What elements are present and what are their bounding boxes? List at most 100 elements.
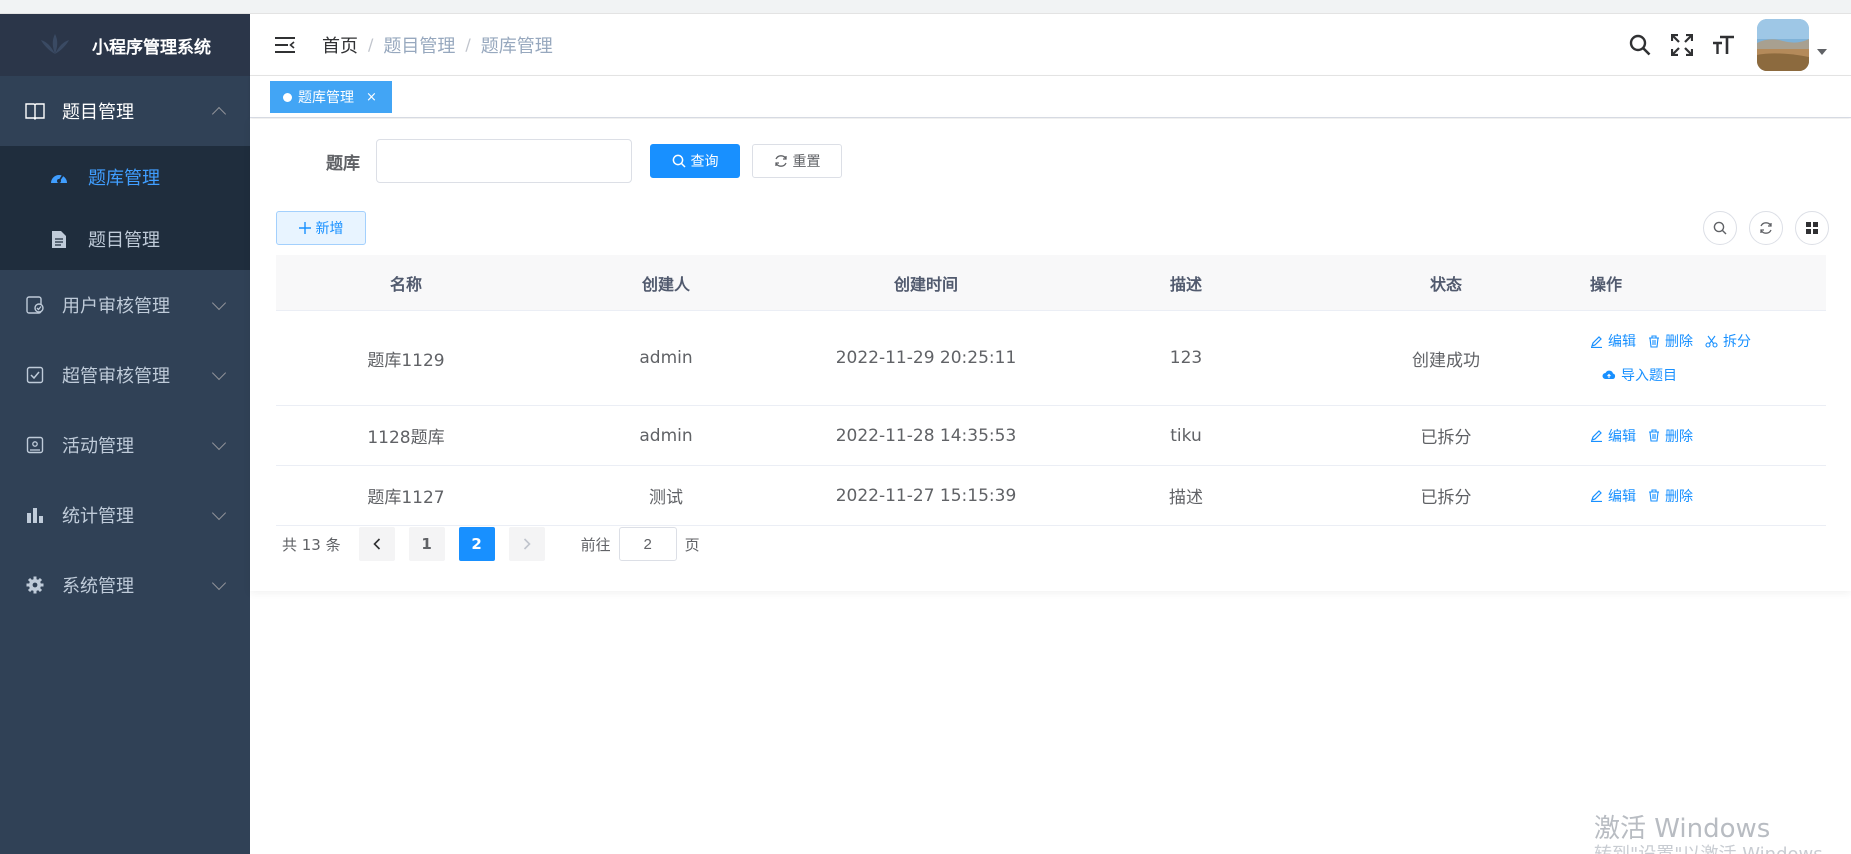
- sidebar-item-label: 用户审核管理: [62, 296, 170, 317]
- column-header: 名称: [389, 274, 422, 294]
- query-button[interactable]: 查询: [650, 144, 740, 178]
- columns-button[interactable]: [1795, 211, 1829, 245]
- edit-icon: [1591, 335, 1602, 348]
- delete-button[interactable]: 删除: [1648, 426, 1693, 446]
- sidebar-item-label: 超管审核管理: [62, 366, 170, 387]
- sidebar-item-label: 题库管理: [88, 168, 160, 189]
- close-icon[interactable]: ×: [366, 90, 377, 105]
- search-icon: [672, 154, 686, 168]
- chevron-up-icon: [211, 106, 227, 122]
- sidebar-item-admin-audit[interactable]: 超管审核管理: [0, 340, 250, 410]
- caret-down-icon[interactable]: [1817, 49, 1827, 55]
- tag-label: 题库管理: [298, 90, 354, 106]
- edit-icon: [1591, 430, 1602, 442]
- column-header: 状态: [1429, 274, 1462, 294]
- chevron-down-icon: [211, 365, 227, 381]
- edit-label: 编辑: [1608, 428, 1636, 445]
- delete-button[interactable]: 删除: [1648, 486, 1693, 506]
- prev-page-button[interactable]: [358, 527, 395, 561]
- fullscreen-icon[interactable]: [1667, 30, 1697, 60]
- search-label: 题库: [326, 153, 360, 174]
- search-icon: [1713, 221, 1727, 235]
- edit-label: 编辑: [1608, 334, 1636, 350]
- sidebar-item-statistics[interactable]: 统计管理: [0, 480, 250, 550]
- cell-name: 题库1129: [367, 350, 445, 371]
- edit-icon: [1591, 490, 1602, 502]
- top-navbar: 首页 / 题目管理 / 题库管理: [250, 14, 1851, 76]
- dot-icon: [283, 92, 292, 102]
- cell-creator: admin: [639, 425, 693, 446]
- add-button[interactable]: 新增: [276, 211, 366, 245]
- cell-actions: 编辑 删除: [1576, 486, 1826, 506]
- dashboard-icon: [48, 166, 70, 188]
- cloud-upload-icon: [1602, 370, 1616, 379]
- document-icon: [48, 228, 70, 250]
- import-questions-button[interactable]: 导入题目: [1602, 365, 1677, 385]
- question-bank-input[interactable]: [376, 139, 632, 183]
- cell-created: 2022-11-29 20:25:11: [835, 348, 1017, 368]
- edit-button[interactable]: 编辑: [1590, 426, 1636, 446]
- table-row: 1128题库 admin 2022-11-28 14:35:53 tiku 已拆…: [276, 406, 1826, 466]
- total-count: 共 13 条: [282, 535, 341, 554]
- edit-button[interactable]: 编辑: [1590, 486, 1636, 506]
- cell-created: 2022-11-27 15:15:39: [835, 485, 1017, 506]
- sidebar-item-question-bank[interactable]: 题库管理: [0, 146, 250, 208]
- trash-icon: [1649, 429, 1659, 442]
- delete-label: 删除: [1665, 488, 1693, 505]
- next-page-button[interactable]: [508, 527, 545, 561]
- bar-chart-icon: [24, 504, 46, 526]
- cell-creator: 测试: [649, 488, 683, 508]
- goto-label: 前往: [580, 535, 611, 554]
- add-button-label: 新增: [315, 221, 344, 237]
- sidebar-item-activity[interactable]: 活动管理: [0, 410, 250, 480]
- breadcrumb-level2: 题库管理: [480, 35, 553, 57]
- cell-name: 题库1127: [367, 488, 445, 508]
- delete-label: 删除: [1665, 334, 1693, 350]
- sidebar-item-label: 系统管理: [62, 576, 134, 597]
- tag-question-bank[interactable]: 题库管理 ×: [270, 81, 392, 113]
- split-button[interactable]: 拆分: [1705, 331, 1751, 351]
- font-size-icon[interactable]: [1709, 30, 1739, 60]
- edit-button[interactable]: 编辑: [1590, 331, 1636, 351]
- trash-icon: [1649, 334, 1659, 348]
- breadcrumb-separator: /: [465, 35, 471, 54]
- grid-icon: [1806, 222, 1818, 234]
- hamburger-toggle-icon[interactable]: [270, 30, 300, 60]
- search-icon[interactable]: [1625, 30, 1655, 60]
- goto-page-input[interactable]: [618, 527, 677, 561]
- sidebar-item-topic-management[interactable]: 题目管理: [0, 76, 250, 146]
- column-header: 创建时间: [893, 274, 958, 294]
- logo-icon: [41, 34, 69, 54]
- search-form: 题库 查询 重置: [276, 139, 842, 183]
- toggle-search-button[interactable]: [1703, 211, 1737, 245]
- delete-button[interactable]: 删除: [1648, 331, 1693, 351]
- refresh-table-button[interactable]: [1749, 211, 1783, 245]
- delete-label: 删除: [1665, 428, 1693, 445]
- audit-icon: [24, 294, 46, 316]
- page-button-2[interactable]: 2: [458, 527, 495, 561]
- table-header: 名称 创建人 创建时间 描述 状态 操作: [276, 255, 1826, 311]
- navbar-actions: [1625, 14, 1851, 76]
- cell-actions: 编辑 删除 拆分 导入题目: [1576, 331, 1826, 385]
- edit-label: 编辑: [1608, 488, 1636, 505]
- browser-tab-strip: [0, 0, 1851, 14]
- breadcrumb-level1: 题目管理: [383, 35, 456, 57]
- import-label: 导入题目: [1621, 368, 1677, 384]
- sidebar-item-label: 题目管理: [62, 102, 134, 123]
- reset-button[interactable]: 重置: [752, 144, 842, 178]
- sidebar-item-user-audit[interactable]: 用户审核管理: [0, 270, 250, 340]
- checkbox-icon: [24, 364, 46, 386]
- refresh-icon: [774, 154, 788, 168]
- sidebar-item-question-list[interactable]: 题目管理: [0, 208, 250, 270]
- sidebar-item-system[interactable]: 系统管理: [0, 550, 250, 620]
- breadcrumb-home[interactable]: 首页: [322, 32, 358, 58]
- cell-name: 1128题库: [367, 428, 445, 448]
- page-button-1[interactable]: 1: [408, 527, 445, 561]
- avatar[interactable]: [1757, 19, 1809, 71]
- cell-creator: admin: [639, 348, 693, 368]
- logo-area[interactable]: 小程序管理系统: [0, 14, 250, 76]
- page-suffix: 页: [684, 535, 700, 554]
- book-icon: [24, 100, 46, 122]
- trash-icon: [1649, 489, 1659, 502]
- cell-desc: 描述: [1169, 488, 1203, 508]
